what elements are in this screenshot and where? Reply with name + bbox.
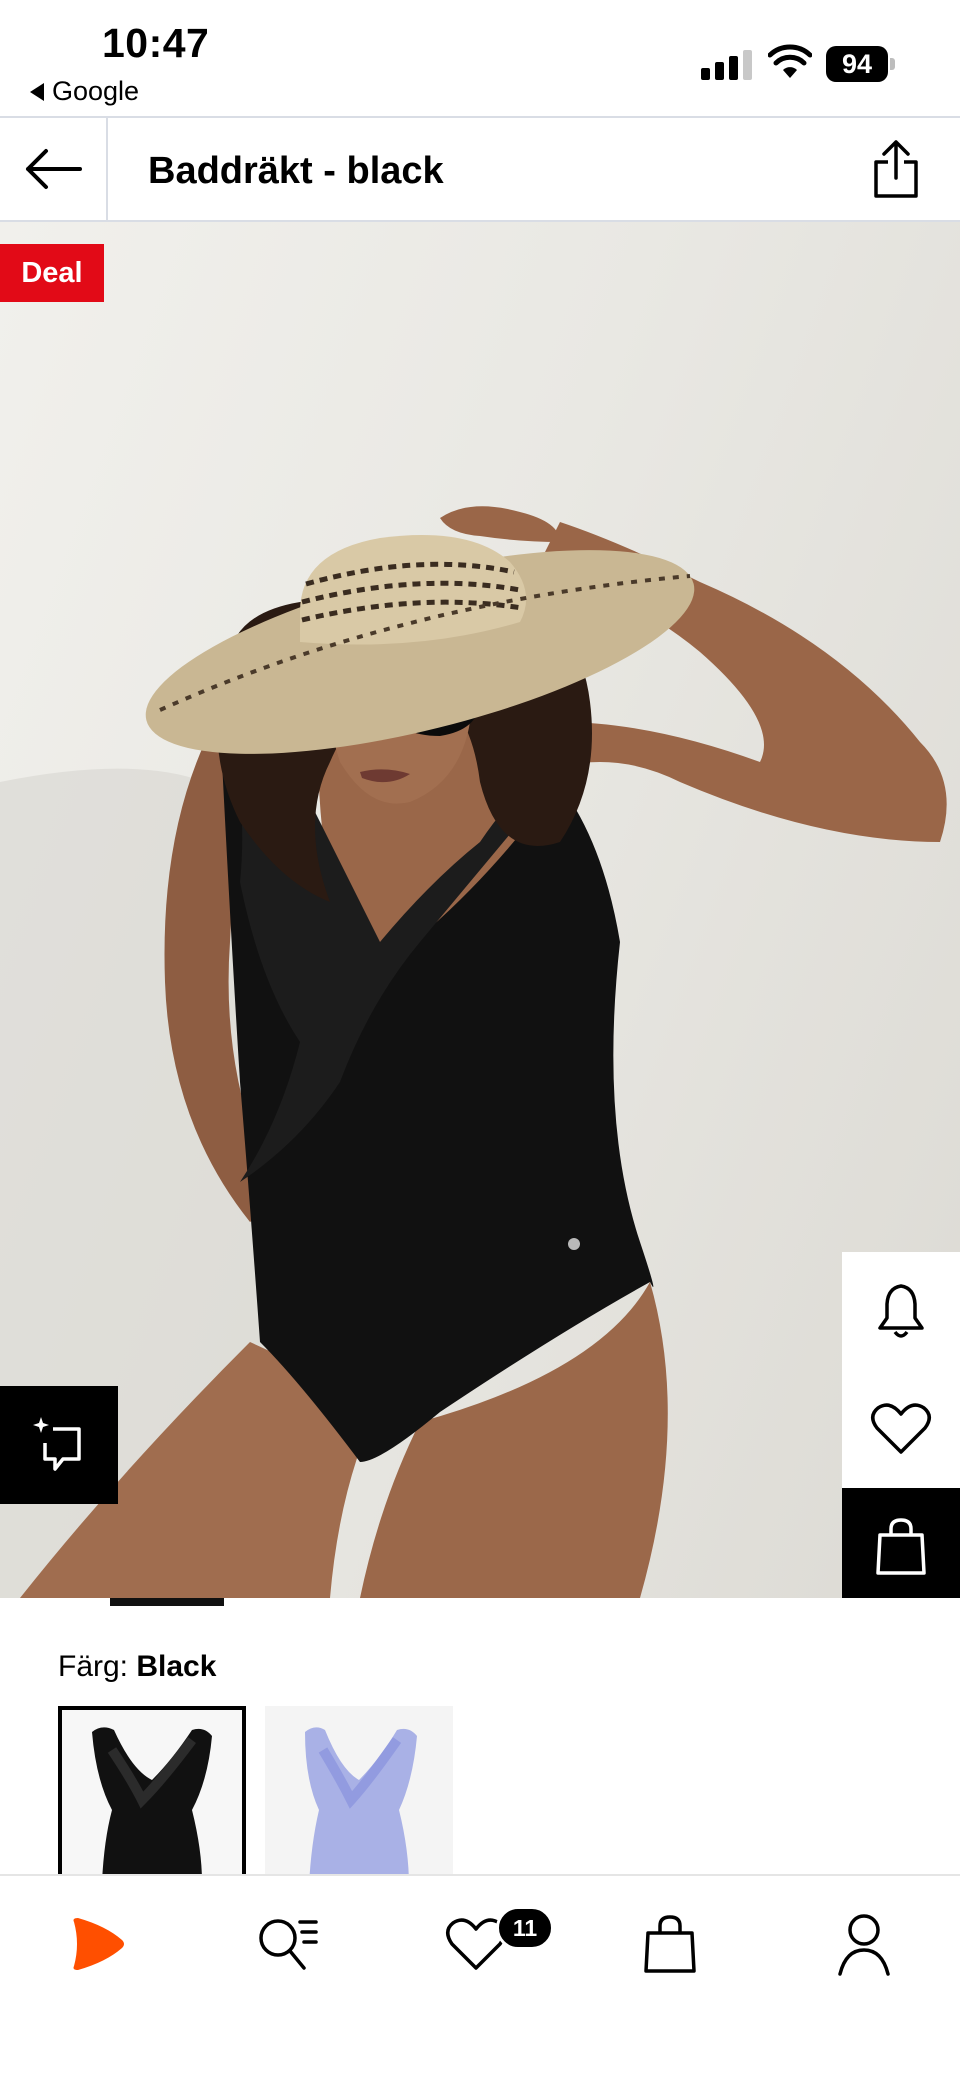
heart-icon [871,1403,931,1454]
back-triangle-icon [30,82,44,101]
selected-color-name: Black [136,1650,217,1683]
search-list-icon [259,1919,318,1970]
color-label-prefix: Färg: [58,1650,129,1683]
nav-cart[interactable] [630,1904,710,1984]
compare-button[interactable] [0,1386,118,1504]
signal-icon [701,50,753,80]
bell-icon [878,1284,924,1338]
back-to-app-link[interactable]: Google [30,76,139,107]
nav-home[interactable] [56,1904,136,1984]
color-swatch-black[interactable] [58,1706,246,1886]
status-bar: 10:47 Google 94 [0,0,960,116]
share-button[interactable] [866,136,926,202]
cart-bag-icon [644,1915,696,1973]
deal-badge: Deal [0,244,104,302]
profile-icon [838,1914,890,1976]
wifi-icon [768,44,812,78]
home-logo-icon [73,1918,124,1970]
battery-icon: 94 [826,46,896,82]
back-arrow-icon [26,149,82,189]
color-selector: Färg: Black [0,1606,960,1886]
swatch-black-image [92,1727,212,1882]
back-button[interactable] [0,118,108,220]
color-swatch-lavender[interactable] [265,1706,453,1886]
battery-level: 94 [826,46,888,82]
share-icon [874,140,918,198]
product-header: Baddräkt - black [0,116,960,222]
carousel-indicator [110,1598,224,1606]
color-label: Färg: Black [58,1650,216,1684]
page-title: Baddräkt - black [148,150,444,192]
back-app-label: Google [52,76,140,106]
add-to-bag-button[interactable] [842,1488,960,1598]
shopping-bag-icon [876,1518,926,1575]
notify-button[interactable] [842,1252,960,1370]
nav-search[interactable] [248,1904,328,1984]
swatch-lavender-image [305,1727,417,1886]
nav-profile[interactable] [824,1904,904,1984]
product-image-carousel[interactable]: Deal [0,222,960,1598]
product-photo [0,506,947,1598]
product-side-actions [842,1252,960,1598]
bottom-navigation: 11 [0,1874,960,2078]
favorites-count-badge: 11 [496,1906,554,1950]
compare-icon [33,1417,81,1471]
favorite-button[interactable] [842,1370,960,1488]
status-time: 10:47 [102,20,210,66]
